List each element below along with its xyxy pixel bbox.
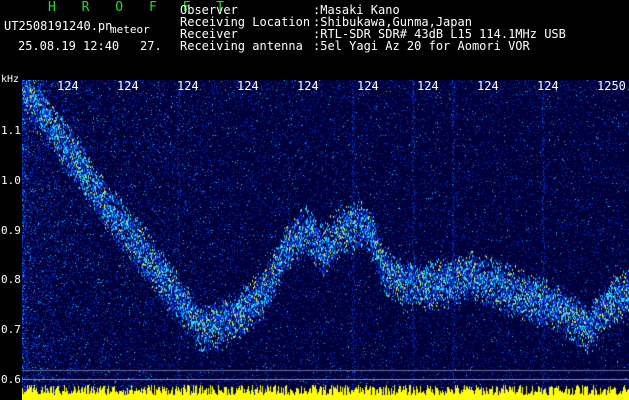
time-tick-5: 124 — [297, 79, 319, 93]
spectrogram-screen: H R O F F T UT2508191240.pn meteor 25.08… — [0, 0, 629, 400]
y-tick-0.7: 0.7 — [1, 323, 21, 336]
y-tick-0.6: 0.6 — [1, 373, 21, 386]
time-tick-9: 124 — [537, 79, 559, 93]
time-tick-10: 1250 — [597, 79, 626, 93]
file-note: meteor — [110, 23, 150, 36]
display-value: 27. — [140, 39, 162, 53]
y-tick-1.0: 1.0 — [1, 174, 21, 187]
unit-label: kHz — [1, 74, 20, 85]
time-tick-7: 124 — [417, 79, 439, 93]
time-tick-4: 124 — [237, 79, 259, 93]
date-time: 25.08.19 12:40 — [18, 39, 120, 53]
time-tick-6: 124 — [357, 79, 379, 93]
time-tick-8: 124 — [477, 79, 499, 93]
time-tick-3: 124 — [177, 79, 199, 93]
y-tick-0.8: 0.8 — [1, 273, 21, 286]
spectrogram-canvas — [22, 80, 629, 400]
time-tick-1: 124 — [57, 79, 79, 93]
time-tick-2: 124 — [117, 79, 139, 93]
y-tick-0.9: 0.9 — [1, 224, 21, 237]
y-tick-1.1: 1.1 — [1, 124, 21, 137]
antenna-label: Receiving antenna — [180, 39, 303, 53]
antenna-value: :5el Yagi Az 20 for Aomori VOR — [313, 39, 530, 53]
file-name: UT2508191240.pn — [4, 19, 113, 33]
